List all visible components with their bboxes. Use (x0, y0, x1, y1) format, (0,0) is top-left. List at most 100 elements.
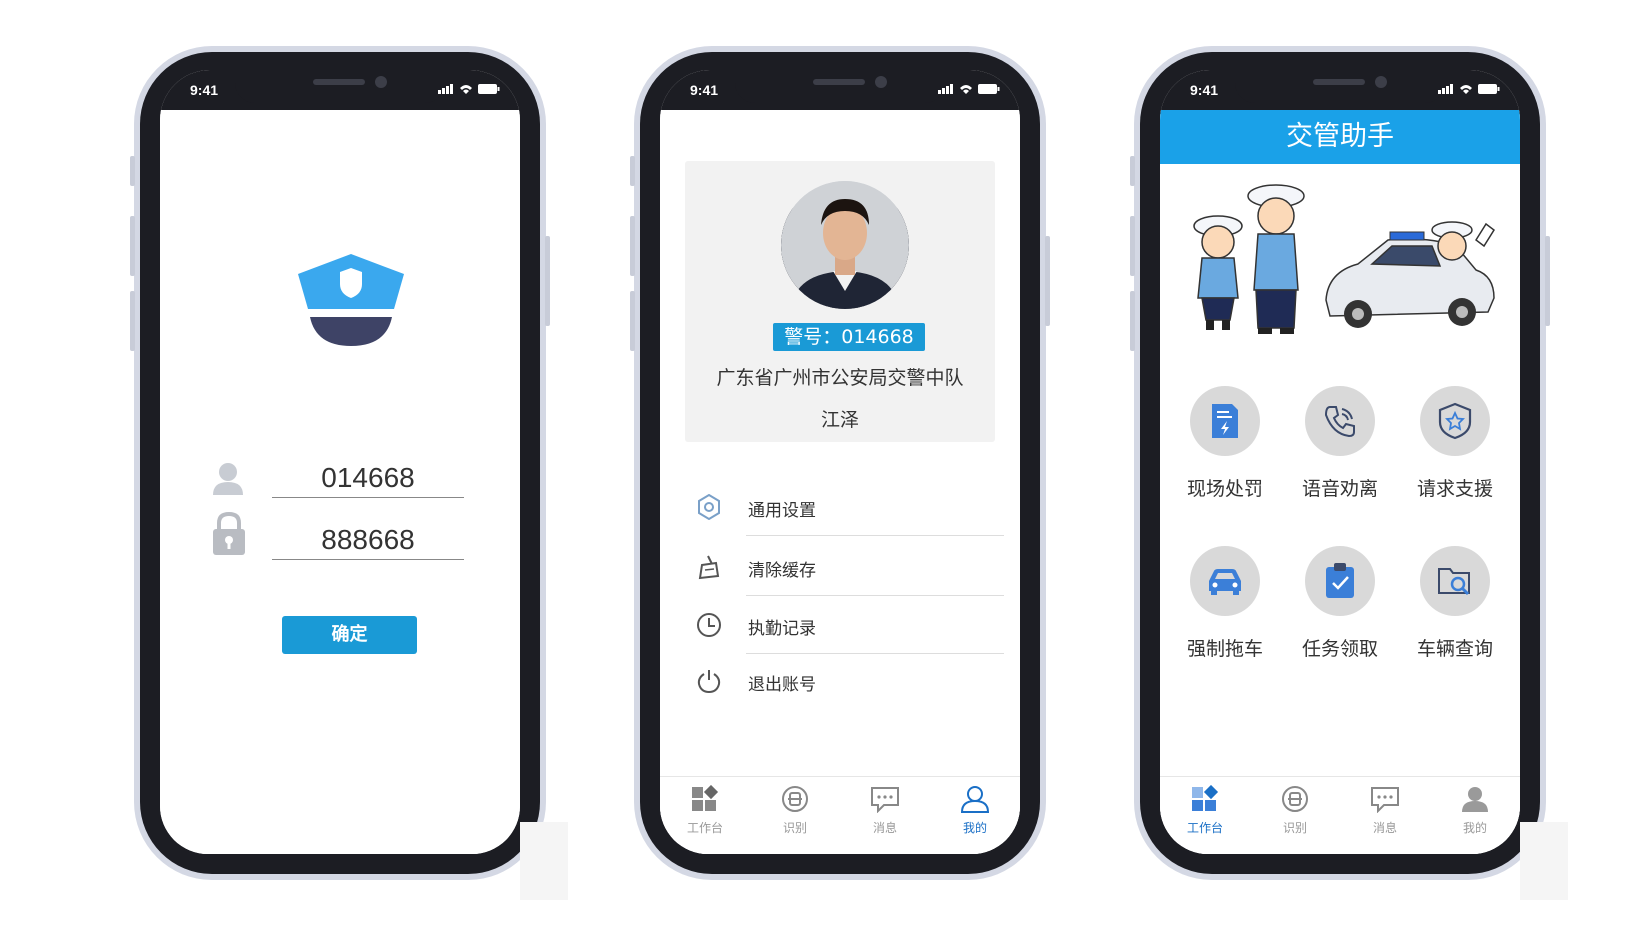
battery-icon (1478, 84, 1500, 94)
status-bar: 9:41 (160, 70, 520, 110)
tab-label: 工作台 (686, 821, 723, 835)
menu-label: 清除缓存 (748, 561, 816, 581)
status-icons (1438, 84, 1500, 94)
phone-icon (1324, 406, 1355, 438)
feature-onsite-penalty[interactable]: 现场处罚 (1170, 386, 1280, 501)
profile-content: 警号：014668 广东省广州市公安局交警中队 江泽 通用设置 清除缓存 执勤记… (660, 110, 1020, 854)
signal-icon (938, 84, 953, 94)
menu-label: 通用设置 (748, 501, 816, 521)
wifi-icon (960, 85, 972, 94)
confirm-button[interactable]: 确定 (282, 616, 417, 654)
clock-icon (697, 613, 721, 637)
officer-name: 江泽 (820, 409, 859, 431)
wifi-icon (1460, 85, 1472, 94)
police-cartoon-banner (1193, 184, 1496, 334)
scan-icon (1282, 786, 1308, 812)
stage: 9:41 014668 888668 确定 9:41 警号：014668 广东省… (0, 0, 1628, 934)
clipboard-icon (1326, 563, 1354, 598)
status-time: 9:41 (1190, 82, 1219, 98)
signal-icon (1438, 84, 1453, 94)
menu-logout[interactable]: 退出账号 (696, 654, 1004, 710)
notch (1235, 70, 1445, 103)
tab-bar: 工作台 识别 消息 我的 (660, 776, 1020, 854)
tab-label: 识别 (782, 821, 807, 835)
tab-bar: 工作台 识别 消息 我的 (1160, 776, 1520, 854)
notch (235, 70, 445, 103)
message-icon (871, 787, 899, 814)
status-icons (938, 84, 1000, 94)
login-content: 014668 888668 确定 (160, 110, 520, 854)
tab-scan[interactable]: 识别 (1250, 777, 1340, 854)
tab-mine[interactable]: 我的 (1430, 777, 1520, 854)
status-bar: 9:41 (660, 70, 1020, 110)
user-icon (213, 463, 243, 495)
tab-label: 消息 (1372, 821, 1397, 835)
feature-label: 现场处罚 (1186, 478, 1263, 500)
feature-label: 语音劝离 (1301, 478, 1378, 500)
tab-mine[interactable]: 我的 (930, 777, 1020, 854)
password-input[interactable]: 888668 (272, 520, 464, 560)
tab-workbench[interactable]: 工作台 (660, 777, 750, 854)
user-icon (1462, 787, 1488, 812)
avatar (781, 181, 909, 309)
feature-task-claim[interactable]: 任务领取 (1285, 546, 1395, 661)
search-folder-icon (1438, 568, 1470, 596)
menu-general-settings[interactable]: 通用设置 (696, 480, 1004, 536)
status-bar: 9:41 (1160, 70, 1520, 110)
feature-label: 强制拖车 (1186, 638, 1263, 660)
workbench-icon (692, 784, 719, 811)
app-title: 交管助手 (1160, 110, 1520, 164)
feature-forced-tow[interactable]: 强制拖车 (1170, 546, 1280, 661)
tab-scan[interactable]: 识别 (750, 777, 840, 854)
shadow-patch (520, 822, 568, 900)
broom-icon (698, 555, 720, 580)
signal-icon (438, 84, 453, 94)
police-cap-icon (298, 254, 404, 346)
profile-card: 警号：014668 广东省广州市公安局交警中队 江泽 (685, 161, 995, 442)
workbench-icon (1192, 784, 1219, 811)
menu-label: 退出账号 (748, 675, 816, 695)
tab-label: 识别 (1282, 821, 1307, 835)
feature-label: 车辆查询 (1416, 638, 1493, 660)
scan-icon (782, 786, 808, 812)
menu-duty-records[interactable]: 执勤记录 (696, 598, 1004, 654)
user-icon (960, 786, 990, 813)
username-row: 014668 (212, 458, 472, 504)
lock-icon (213, 512, 245, 555)
shadow-patch (1520, 822, 1568, 900)
unit-name: 广东省广州市公安局交警中队 (716, 367, 964, 389)
feature-label: 请求支援 (1416, 478, 1493, 500)
shield-star-icon (1438, 402, 1472, 440)
status-time: 9:41 (690, 82, 719, 98)
menu-clear-cache[interactable]: 清除缓存 (696, 540, 1004, 596)
phone-profile: 9:41 警号：014668 广东省广州市公安局交警中队 江泽 通用设置 清除缓… (630, 46, 1050, 880)
tab-label: 我的 (962, 821, 987, 835)
battery-icon (478, 84, 500, 94)
car-icon (1209, 569, 1241, 595)
wifi-icon (460, 85, 472, 94)
tab-messages[interactable]: 消息 (840, 777, 930, 854)
feature-voice-dispersal[interactable]: 语音劝离 (1285, 386, 1395, 501)
tab-label: 消息 (872, 821, 897, 835)
ticket-icon (1212, 404, 1238, 438)
status-icons (438, 84, 500, 94)
username-input[interactable]: 014668 (272, 458, 464, 498)
feature-vehicle-query[interactable]: 车辆查询 (1400, 546, 1510, 661)
feature-label: 任务领取 (1301, 638, 1378, 660)
home-content: 交管助手 现场处罚 语音劝离 请求支援 强制拖车 任务领取 车辆查询 工作台 识… (1160, 110, 1520, 854)
tab-messages[interactable]: 消息 (1340, 777, 1430, 854)
password-row: 888668 (212, 512, 472, 566)
phone-home: 9:41 交管助手 现场处罚 语音劝离 请求支援 强制拖车 任务领取 车辆查询 … (1130, 46, 1550, 880)
tab-label: 工作台 (1186, 821, 1223, 835)
message-icon (1371, 787, 1399, 814)
badge-number: 警号：014668 (773, 323, 925, 351)
menu-label: 执勤记录 (748, 619, 816, 639)
power-icon (697, 670, 721, 694)
tab-workbench[interactable]: 工作台 (1160, 777, 1250, 854)
phone-login: 9:41 014668 888668 确定 (130, 46, 550, 880)
tab-label: 我的 (1462, 821, 1487, 835)
feature-request-support[interactable]: 请求支援 (1400, 386, 1510, 501)
status-time: 9:41 (190, 82, 219, 98)
notch (735, 70, 945, 103)
battery-icon (978, 84, 1000, 94)
